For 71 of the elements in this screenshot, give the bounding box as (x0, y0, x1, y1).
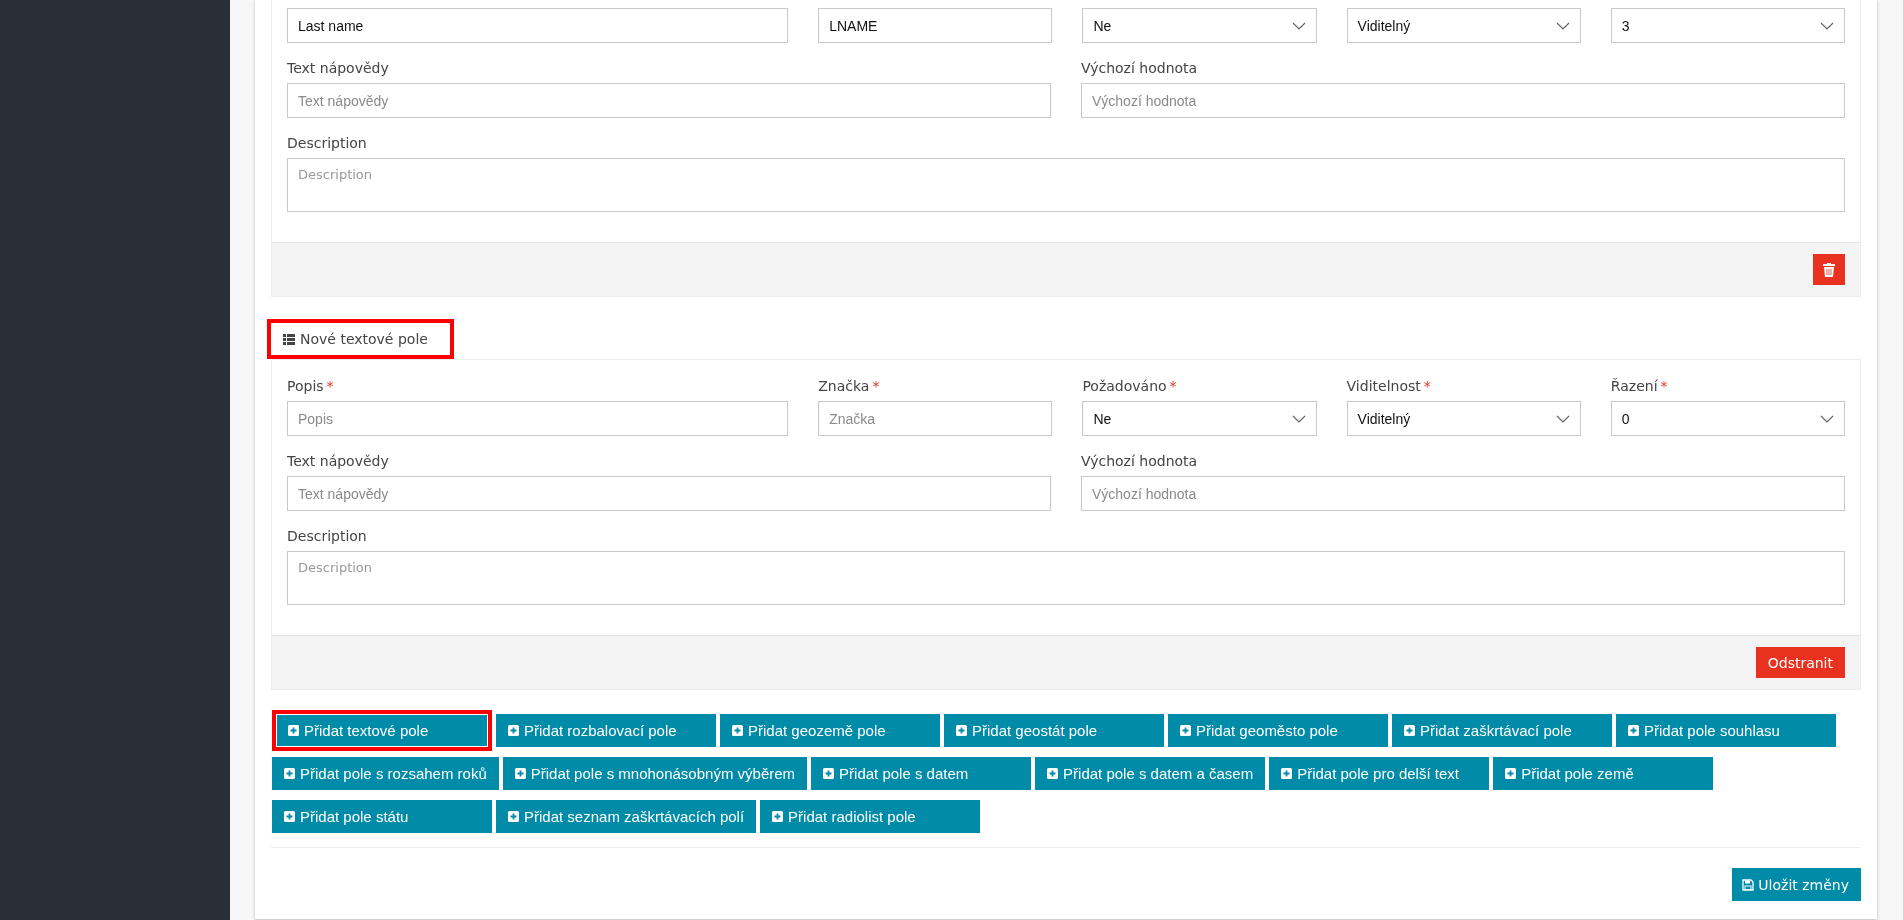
plus-square-icon (284, 811, 295, 822)
chevron-down-icon (1291, 414, 1306, 423)
add-field-button[interactable]: Přidat geostát pole (944, 714, 1164, 747)
text-input[interactable]: LNAME (818, 8, 1053, 43)
select-field[interactable]: Ne (1082, 8, 1317, 43)
text-input[interactable]: Text nápovědy (287, 476, 1051, 511)
select-field[interactable]: 3 (1610, 8, 1845, 43)
plus-square-icon (508, 811, 519, 822)
delete-button[interactable] (1813, 254, 1845, 285)
trash-icon (1823, 262, 1835, 277)
add-field-button[interactable]: Přidat pole státu (272, 800, 492, 833)
section-tab[interactable]: Nové textové pole (267, 319, 454, 359)
plus-square-icon (956, 725, 967, 736)
text-input[interactable]: Výchozí hodnota (1081, 83, 1845, 118)
field-label: Požadováno * (1082, 378, 1178, 395)
add-field-button[interactable]: Přidat pole s datem a časem (1035, 757, 1266, 790)
remove-button[interactable]: Odstranit (1755, 647, 1845, 678)
field-label: Výchozí hodnota (1081, 453, 1199, 470)
textarea-field[interactable]: Description (287, 551, 1845, 605)
plus-square-icon (1505, 768, 1517, 779)
plus-square-icon (514, 768, 526, 779)
field-label: Popis * (287, 378, 335, 395)
add-field-button[interactable]: Přidat pole souhlasu (1616, 714, 1836, 747)
add-field-button[interactable]: Přidat pole pro delší text (1269, 757, 1490, 790)
text-input[interactable]: Výchozí hodnota (1081, 476, 1845, 511)
select-field[interactable]: Viditelný (1346, 8, 1581, 43)
field-label: Text nápovědy (287, 60, 390, 77)
chevron-down-icon (1291, 21, 1306, 30)
add-field-button[interactable]: Přidat pole s datem (811, 757, 1032, 790)
chevron-down-icon (1555, 414, 1570, 423)
add-field-button[interactable]: Přidat pole s rozsahem roků (272, 757, 499, 790)
add-field-button[interactable]: Přidat pole s mnohonásobným výběrem (502, 757, 808, 790)
plus-square-icon (732, 725, 743, 736)
plus-square-icon (1180, 725, 1191, 736)
chevron-down-icon (1820, 414, 1834, 423)
field-label: Značka * (818, 378, 881, 395)
field-label: Text nápovědy (287, 453, 390, 470)
text-input[interactable]: Text nápovědy (287, 83, 1051, 118)
field-label: Description (287, 528, 368, 545)
select-field[interactable]: Viditelný (1346, 401, 1581, 436)
plus-square-icon (823, 768, 835, 779)
text-input[interactable]: Popis (287, 401, 789, 436)
textarea-field[interactable]: Description (287, 158, 1845, 212)
plus-square-icon (1628, 725, 1639, 736)
add-field-button[interactable]: Přidat geozemě pole (720, 714, 940, 747)
field-label: Řazení * (1610, 378, 1669, 395)
text-input[interactable]: Značka (818, 401, 1053, 436)
add-field-button[interactable]: Přidat zaškrtávací pole (1392, 714, 1612, 747)
add-field-button[interactable]: Přidat seznam zaškrtávacích polí (496, 800, 757, 833)
field-label: Výchozí hodnota (1081, 60, 1199, 77)
field-label: Description (287, 135, 368, 152)
add-field-button[interactable]: Přidat rozbalovací pole (496, 714, 716, 747)
plus-square-icon (1281, 768, 1293, 779)
add-field-button[interactable]: Přidat radiolist pole (760, 800, 981, 833)
field-label: Viditelnost * (1346, 378, 1432, 395)
plus-square-icon (284, 768, 295, 779)
list-icon (283, 333, 295, 345)
plus-square-icon (288, 725, 299, 736)
chevron-down-icon (1820, 21, 1834, 30)
plus-square-icon (1047, 768, 1059, 779)
select-field[interactable]: 0 (1610, 401, 1845, 436)
plus-square-icon (772, 811, 784, 822)
save-button[interactable]: Uložit změny (1732, 868, 1861, 901)
chevron-down-icon (1555, 21, 1570, 30)
add-field-button[interactable]: Přidat textové pole (272, 710, 492, 751)
text-input[interactable]: Last name (287, 8, 789, 43)
select-field[interactable]: Ne (1082, 401, 1317, 436)
plus-square-icon (1404, 725, 1415, 736)
add-field-button[interactable]: Přidat pole země (1493, 757, 1714, 790)
add-field-button[interactable]: Přidat geoměsto pole (1168, 714, 1388, 747)
plus-square-icon (508, 725, 519, 736)
